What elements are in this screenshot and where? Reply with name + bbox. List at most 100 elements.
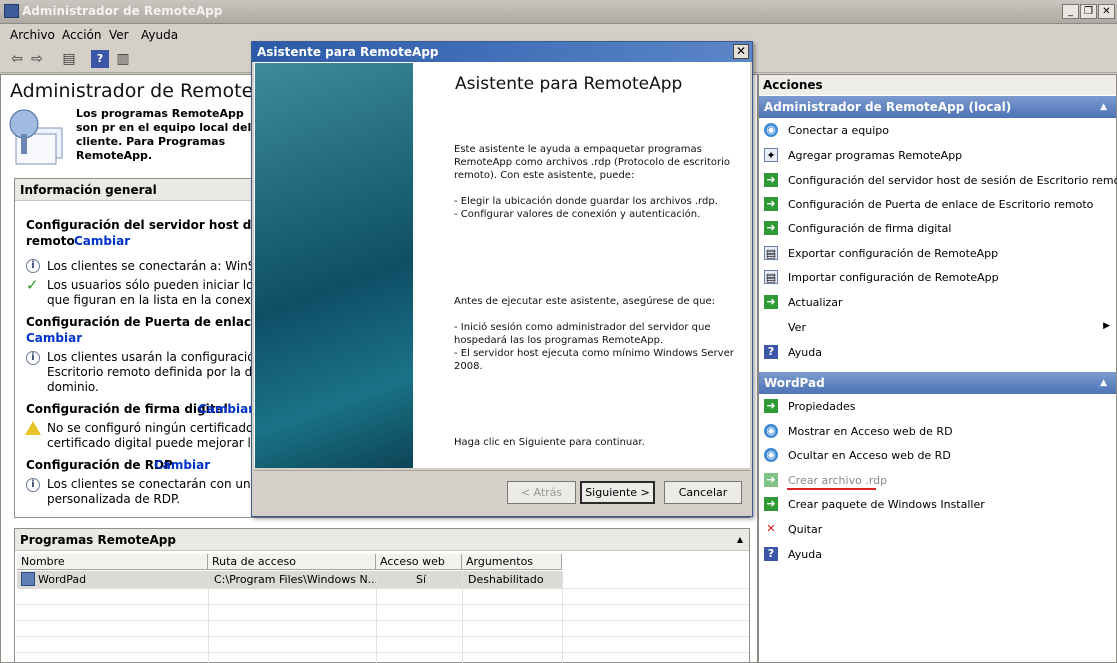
- action-help-2[interactable]: ? Ayuda: [764, 545, 1109, 565]
- action-create-msi[interactable]: ➜ Crear paquete de Windows Installer: [764, 495, 1109, 515]
- action-remove[interactable]: ✕ Quitar: [764, 520, 1109, 540]
- programs-panel-title: Programas RemoteApp: [20, 533, 176, 547]
- action-label: Ayuda: [788, 346, 822, 359]
- gateway-config-change-link[interactable]: Cambiar: [26, 331, 82, 345]
- next-button[interactable]: Siguiente >: [580, 481, 655, 504]
- signature-config-line: certificado digital puede mejorar la seg: [47, 436, 284, 450]
- action-label: Configuración del servidor host de sesió…: [788, 174, 1117, 187]
- action-label: Ocultar en Acceso web de RD: [788, 449, 951, 462]
- overview-panel-title: Información general: [20, 183, 157, 197]
- actions-header: Acciones: [759, 75, 1116, 95]
- computer-connect-icon: ◉: [764, 123, 778, 137]
- window-title-bar: Administrador de RemoteApp _ ❐ ✕: [0, 0, 1117, 24]
- green-arrow-icon: ➜: [764, 221, 778, 235]
- close-button[interactable]: ✕: [1098, 4, 1115, 19]
- show-action-pane-icon[interactable]: ▥: [114, 50, 132, 68]
- menu-archivo[interactable]: Archivo: [10, 28, 55, 42]
- actions-group-title: WordPad: [764, 376, 825, 390]
- action-hide-web[interactable]: ◉ Ocultar en Acceso web de RD: [764, 446, 1109, 466]
- warning-icon: [25, 421, 41, 435]
- help-icon[interactable]: ?: [91, 50, 109, 68]
- wizard-close-button[interactable]: ✕: [733, 44, 749, 59]
- grid-line: [562, 571, 563, 663]
- wizard-bullet: - Elegir la ubicación donde guardar los …: [454, 196, 718, 207]
- action-import-config[interactable]: ▤ Importar configuración de RemoteApp: [764, 268, 1109, 288]
- grid-line: [208, 571, 209, 663]
- menu-accion[interactable]: Acción: [62, 28, 101, 42]
- globe-icon: ◉: [764, 448, 778, 462]
- wizard-bullet: - Inició sesión como administrador del s…: [454, 322, 711, 346]
- action-add-programs[interactable]: ✦ Agregar programas RemoteApp: [764, 146, 1109, 166]
- actions-title: Acciones: [763, 78, 823, 92]
- info-icon: i: [26, 259, 40, 273]
- signature-config-change-link[interactable]: Cambiar: [198, 402, 254, 416]
- show-hide-tree-icon[interactable]: ▤: [60, 50, 78, 68]
- action-host-config[interactable]: ➜ Configuración del servidor host de sesi…: [764, 171, 1117, 191]
- minimize-button[interactable]: _: [1062, 4, 1079, 19]
- menu-ver[interactable]: Ver: [109, 28, 129, 42]
- row-path: C:\Program Files\Windows N...: [214, 573, 379, 586]
- column-header-web-access[interactable]: Acceso web ...: [376, 554, 462, 581]
- action-label: Mostrar en Acceso web de RD: [788, 425, 953, 438]
- grid-line: [376, 571, 377, 663]
- actions-group-title: Administrador de RemoteApp (local): [764, 100, 1012, 114]
- action-view[interactable]: Ver ▶: [764, 318, 1110, 338]
- globe-icon: ◉: [764, 424, 778, 438]
- remoteapp-app-icon: [4, 4, 19, 18]
- action-properties[interactable]: ➜ Propiedades: [764, 397, 1109, 417]
- column-header-path[interactable]: Ruta de acceso: [208, 554, 376, 570]
- menu-ayuda[interactable]: Ayuda: [141, 28, 178, 42]
- wizard-prereq-text: Antes de ejecutar este asistente, asegúr…: [454, 296, 716, 307]
- action-label: Agregar programas RemoteApp: [788, 149, 963, 162]
- back-arrow-icon[interactable]: ⇦: [8, 50, 26, 68]
- green-arrow-icon: ➜: [764, 197, 778, 211]
- action-label: Propiedades: [788, 400, 856, 413]
- action-refresh[interactable]: ➜ Actualizar: [764, 293, 1109, 313]
- action-export-config[interactable]: ▤ Exportar configuración de RemoteApp: [764, 244, 1109, 264]
- action-show-web[interactable]: ◉ Mostrar en Acceso web de RD: [764, 422, 1109, 442]
- actions-group-wordpad[interactable]: WordPad ▲: [759, 372, 1116, 394]
- green-arrow-icon: ➜: [764, 473, 778, 487]
- window-title: Administrador de RemoteApp: [22, 4, 223, 18]
- wizard-intro-text: Este asistente le ayuda a empaquetar pro…: [454, 144, 730, 181]
- action-label: Conectar a equipo: [788, 124, 889, 137]
- rdp-config-line: personalizada de RDP.: [47, 492, 181, 506]
- wizard-continue-text: Haga clic en Siguiente para continuar.: [454, 437, 645, 448]
- forward-arrow-icon[interactable]: ⇨: [28, 50, 46, 68]
- grid-line: [17, 636, 749, 637]
- rdp-config-line: Los clientes se conectarán con una cor: [47, 477, 281, 491]
- back-button[interactable]: < Atrás: [507, 481, 576, 504]
- remoteapp-logo-icon: [9, 109, 63, 165]
- column-header-name[interactable]: Nombre: [17, 554, 208, 570]
- info-icon: i: [26, 351, 40, 365]
- info-icon: i: [26, 478, 40, 492]
- green-arrow-icon: ➜: [764, 173, 778, 187]
- column-header-arguments[interactable]: Argumentos: [462, 554, 562, 570]
- action-label: Crear paquete de Windows Installer: [788, 498, 985, 511]
- action-signature-config[interactable]: ➜ Configuración de firma digital: [764, 219, 1109, 239]
- wizard-banner-image: [255, 63, 413, 468]
- grid-line: [17, 652, 749, 653]
- action-label: Exportar configuración de RemoteApp: [788, 247, 999, 260]
- action-label: Configuración de firma digital: [788, 222, 952, 235]
- grid-line: [17, 620, 749, 621]
- action-connect[interactable]: ◉ Conectar a equipo: [764, 121, 1109, 141]
- action-label: Configuración de Puerta de enlace de Esc…: [788, 198, 1094, 211]
- collapse-arrow-icon[interactable]: ▲: [1100, 102, 1107, 112]
- action-help[interactable]: ? Ayuda: [764, 343, 1109, 363]
- action-label: Importar configuración de RemoteApp: [788, 271, 999, 284]
- collapse-arrow-icon[interactable]: ▲: [1100, 378, 1107, 388]
- collapse-arrow-icon[interactable]: ▲: [737, 535, 743, 544]
- host-config-line: Los usuarios sólo pueden iniciar los pro: [47, 278, 284, 292]
- host-config-change-link[interactable]: Cambiar: [74, 234, 130, 248]
- wizard-title-bar[interactable]: Asistente para RemoteApp: [252, 42, 752, 62]
- actions-group-remoteapp[interactable]: Administrador de RemoteApp (local) ▲: [759, 96, 1116, 118]
- rdp-config-change-link[interactable]: Cambiar: [154, 458, 210, 472]
- cancel-button[interactable]: Cancelar: [664, 481, 742, 504]
- divider: [254, 470, 750, 471]
- green-arrow-icon: ➜: [764, 399, 778, 413]
- action-gateway-config[interactable]: ➜ Configuración de Puerta de enlace de Es…: [764, 195, 1109, 215]
- help-icon: ?: [764, 547, 778, 561]
- add-program-icon: ✦: [764, 148, 778, 162]
- restore-button[interactable]: ❐: [1080, 4, 1097, 19]
